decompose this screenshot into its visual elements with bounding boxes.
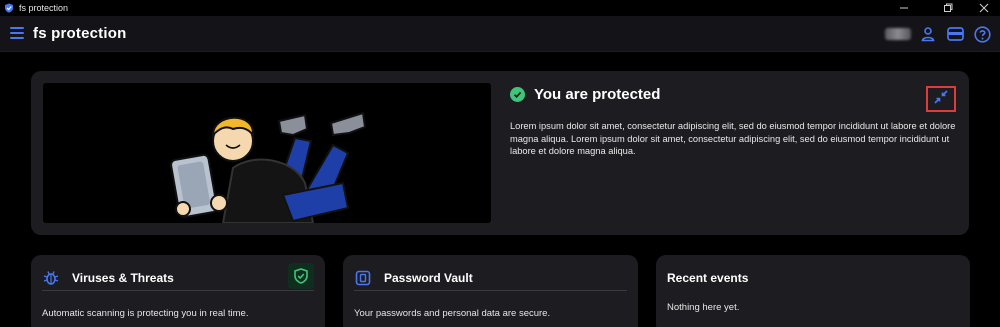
card-description: Your passwords and personal data are sec… — [354, 308, 551, 319]
app-title: fs protection — [33, 25, 127, 42]
card-header: Recent events — [667, 265, 959, 291]
check-circle-icon — [510, 87, 525, 102]
user-icon[interactable] — [919, 25, 937, 43]
card-description: Nothing here yet. — [667, 302, 740, 313]
bug-icon — [42, 269, 60, 287]
card-header: Password Vault — [354, 265, 627, 291]
blurred-username — [885, 28, 911, 40]
wallet-icon[interactable] — [946, 25, 964, 43]
close-button[interactable] — [968, 0, 1000, 16]
card-title: Recent events — [667, 271, 749, 285]
password-vault-card[interactable]: Password Vault Your passwords and person… — [343, 255, 638, 327]
collapse-button[interactable] — [926, 86, 956, 112]
card-header: Viruses & Threats — [42, 263, 314, 291]
card-description: Automatic scanning is protecting you in … — [42, 308, 249, 319]
collapse-arrows-icon — [934, 89, 948, 109]
status-description: Lorem ipsum dolor sit amet, consectetur … — [510, 121, 956, 156]
protection-status-card: You are protected Lorem ipsum dolor sit … — [31, 71, 969, 235]
shield-check-icon[interactable] — [288, 263, 314, 289]
window-title: fs protection — [19, 3, 69, 13]
status-title: You are protected — [534, 86, 661, 103]
recent-events-card[interactable]: Recent events Nothing here yet. — [656, 255, 970, 327]
app-header: fs protection — [0, 16, 1000, 52]
menu-icon[interactable] — [10, 27, 24, 39]
viruses-threats-card[interactable]: Viruses & Threats Automatic scanning is … — [31, 255, 325, 327]
hero-illustration — [43, 83, 491, 223]
window-titlebar: fs protection — [0, 0, 1000, 16]
app-logo-icon — [4, 3, 14, 13]
minimize-button[interactable] — [888, 0, 920, 16]
card-title: Viruses & Threats — [72, 270, 174, 285]
status-row: You are protected — [510, 86, 660, 103]
restore-button[interactable] — [932, 0, 964, 16]
help-icon[interactable] — [973, 25, 991, 43]
card-title: Password Vault — [384, 270, 473, 285]
vault-icon — [354, 269, 372, 287]
